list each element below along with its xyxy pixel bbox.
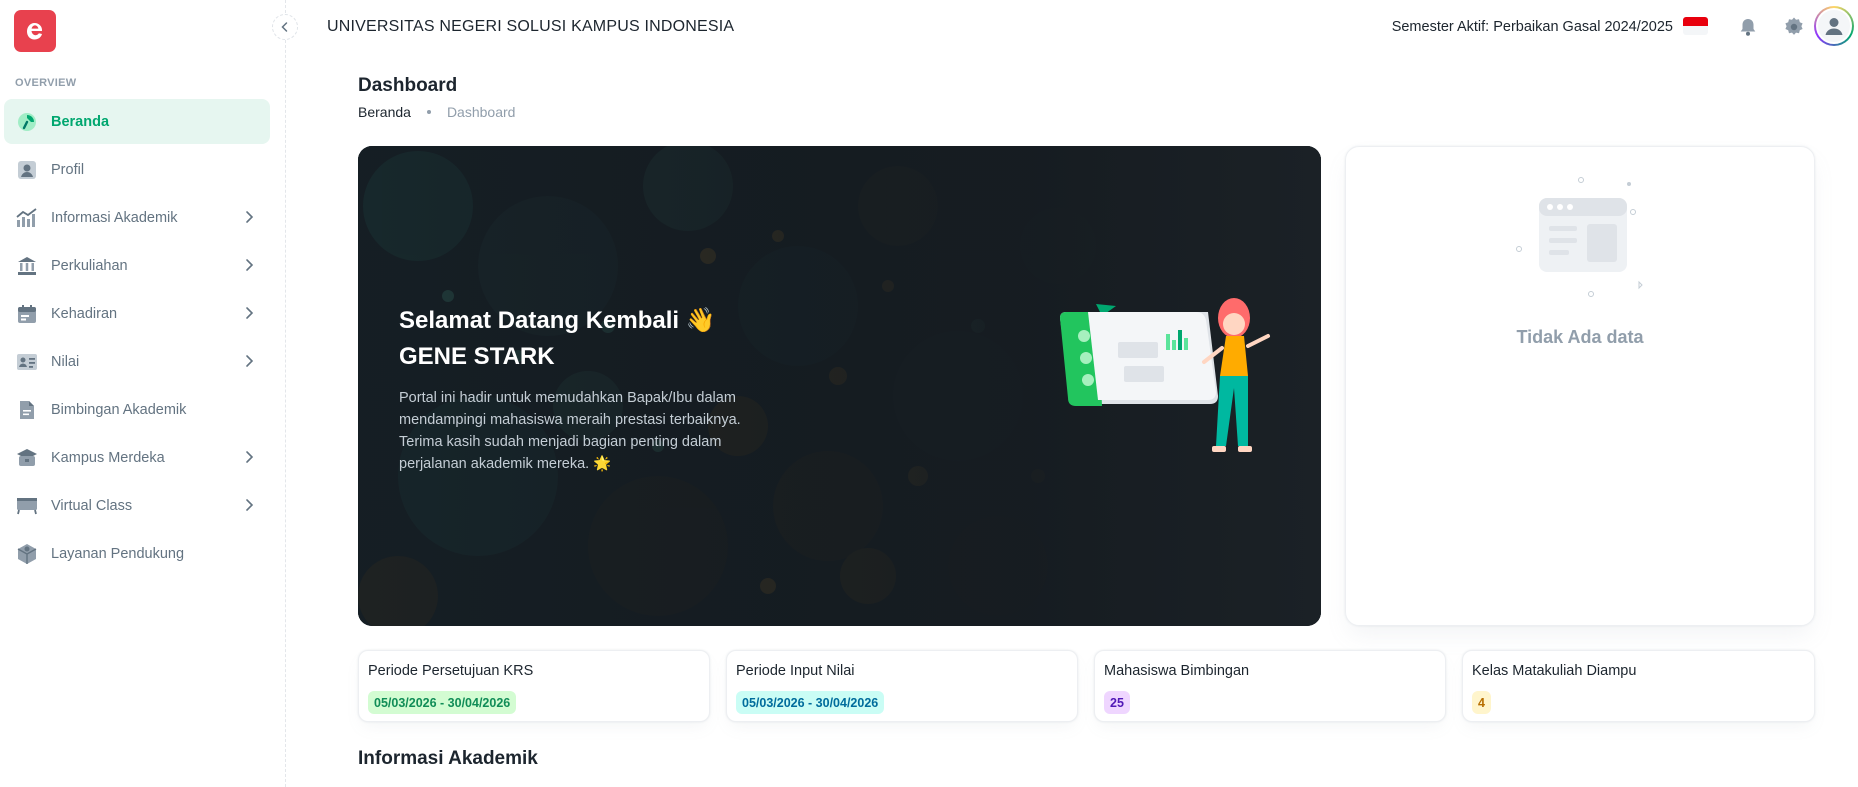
sidebar-item-label: Profil: [51, 161, 85, 178]
user-avatar-icon: [1816, 8, 1852, 44]
app-logo[interactable]: [14, 10, 56, 52]
empty-inbox-illustration: [1516, 177, 1643, 297]
sidebar-item-label: Beranda: [51, 113, 110, 130]
sidebar-item-kampus-merdeka[interactable]: Kampus Merdeka: [4, 435, 270, 480]
dashboard-gauge-icon: [16, 111, 38, 133]
stat-value-badge: 05/03/2026 - 30/04/2026: [368, 691, 517, 714]
stat-title: Kelas Matakuliah Diampu: [1472, 663, 1637, 679]
user-name: GENE STARK: [399, 343, 555, 370]
sidebar-item-beranda[interactable]: Beranda: [4, 99, 270, 144]
sidebar-item-layanan-pendukung[interactable]: Layanan Pendukung: [4, 531, 270, 576]
sidebar-item-perkuliahan[interactable]: Perkuliahan: [4, 243, 270, 288]
page-title: Dashboard: [358, 75, 458, 96]
briefcase-icon: [16, 447, 38, 469]
bank-building-icon: [16, 255, 38, 277]
sidebar-item-label: Nilai: [51, 353, 80, 370]
stat-card-advised-students[interactable]: Mahasiswa Bimbingan 25: [1094, 650, 1446, 722]
stat-card-grade-input[interactable]: Periode Input Nilai 05/03/2026 - 30/04/2…: [726, 650, 1078, 722]
logo-e-icon: [27, 23, 43, 40]
active-semester[interactable]: Semester Aktif: Perbaikan Gasal 2024/202…: [1392, 19, 1673, 35]
sidebar-item-label: Layanan Pendukung: [51, 545, 185, 562]
id-card-icon: [16, 351, 38, 373]
stat-value-badge: 25: [1104, 691, 1130, 714]
chevron-right-icon: [246, 307, 254, 319]
settings-gear-icon[interactable]: [1780, 13, 1808, 41]
indonesia-flag-icon[interactable]: [1683, 17, 1708, 35]
sidebar-item-label: Perkuliahan: [51, 257, 128, 274]
support-box-icon: [16, 543, 38, 565]
chevron-right-icon: [246, 499, 254, 511]
stat-card-krs-approval[interactable]: Periode Persetujuan KRS 05/03/2026 - 30/…: [358, 650, 710, 722]
welcome-illustration: [1060, 298, 1270, 452]
welcome-banner: Selamat Datang Kembali 👋 GENE STARK Port…: [358, 146, 1321, 626]
monitor-icon: [16, 495, 38, 517]
sidebar-item-label: Kehadiran: [51, 305, 118, 322]
sidebar-item-label: Virtual Class: [51, 497, 133, 514]
sidebar-collapse-button[interactable]: [272, 14, 298, 40]
calendar-icon: [16, 303, 38, 325]
stat-title: Periode Persetujuan KRS: [368, 663, 534, 679]
sidebar-item-bimbingan-akademik[interactable]: Bimbingan Akademik: [4, 387, 270, 432]
welcome-description: Portal ini hadir untuk memudahkan Bapak/…: [399, 390, 741, 472]
notification-bell-icon[interactable]: [1734, 13, 1762, 41]
chevron-right-icon: [246, 259, 254, 271]
top-header: UNIVERSITAS NEGERI SOLUSI KAMPUS INDONES…: [286, 0, 1858, 54]
sidebar-item-nilai[interactable]: Nilai: [4, 339, 270, 384]
breadcrumb-link-beranda[interactable]: Beranda: [358, 104, 411, 120]
chevron-right-icon: [246, 355, 254, 367]
section-heading-informasi-akademik: Informasi Akademik: [358, 748, 538, 769]
user-avatar-button[interactable]: [1814, 6, 1854, 46]
sidebar-nav: Beranda Profil Informasi Akademik Perkul…: [4, 99, 270, 579]
chart-trend-icon: [16, 207, 38, 229]
document-icon: [16, 399, 38, 421]
sidebar-item-label: Informasi Akademik: [51, 209, 178, 226]
welcome-greeting: Selamat Datang Kembali 👋: [399, 307, 716, 334]
sidebar-item-kehadiran[interactable]: Kehadiran: [4, 291, 270, 336]
sidebar-item-label: Kampus Merdeka: [51, 449, 165, 466]
sidebar-item-virtual-class[interactable]: Virtual Class: [4, 483, 270, 528]
user-profile-icon: [16, 159, 38, 181]
breadcrumb: Beranda Dashboard: [358, 104, 515, 120]
sidebar: OVERVIEW Beranda Profil Informasi Akadem…: [0, 0, 286, 787]
stat-card-taught-classes[interactable]: Kelas Matakuliah Diampu 4: [1462, 650, 1815, 722]
breadcrumb-separator: [426, 110, 431, 114]
chevron-right-icon: [246, 211, 254, 223]
stat-value-badge: 4: [1472, 691, 1491, 714]
sidebar-item-label: Bimbingan Akademik: [51, 401, 187, 418]
sidebar-item-informasi-akademik[interactable]: Informasi Akademik: [4, 195, 270, 240]
university-title: UNIVERSITAS NEGERI SOLUSI KAMPUS INDONES…: [327, 18, 735, 35]
welcome-text-block: Selamat Datang Kembali 👋 GENE STARK Port…: [399, 303, 819, 475]
stat-title: Periode Input Nilai: [736, 663, 855, 679]
chevron-right-icon: [246, 451, 254, 463]
nav-section-label: OVERVIEW: [15, 77, 77, 89]
chevron-left-icon: [281, 22, 288, 32]
sidebar-item-profil[interactable]: Profil: [4, 147, 270, 192]
empty-state-card: Tidak Ada data: [1345, 146, 1815, 626]
breadcrumb-current: Dashboard: [446, 104, 516, 120]
stat-title: Mahasiswa Bimbingan: [1104, 663, 1250, 679]
stat-value-badge: 05/03/2026 - 30/04/2026: [736, 691, 885, 714]
empty-state-text: Tidak Ada data: [1516, 327, 1644, 347]
